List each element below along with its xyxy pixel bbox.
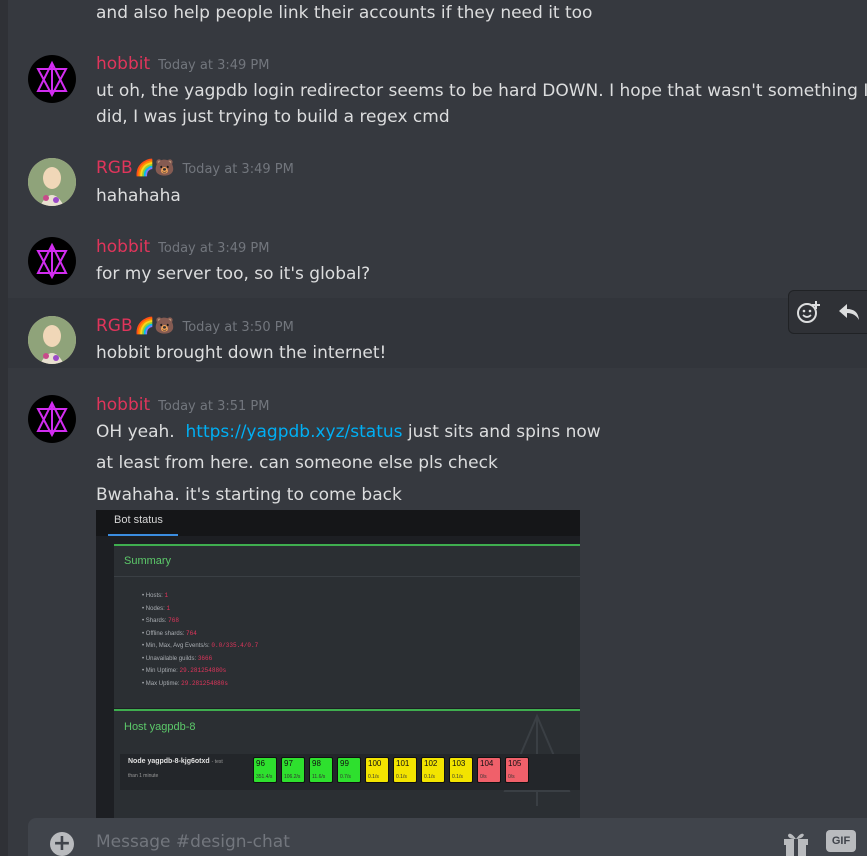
message-actions-toolbar	[788, 290, 867, 334]
status-link[interactable]: https://yagpdb.xyz/status	[186, 422, 403, 442]
avatar[interactable]	[28, 237, 76, 285]
summary-stat: • Unavailable guilds: 3666	[142, 654, 213, 662]
summary-stat: • Hosts: 1	[142, 592, 169, 599]
summary-stat: • Min, Max, Avg Events/s: 0.0/335.4/0.7	[142, 642, 259, 649]
shard-box: 101 0.1/s	[393, 757, 417, 783]
avatar[interactable]	[28, 316, 76, 364]
message-line: OH yeah. https://yagpdb.xyz/status just …	[96, 421, 601, 443]
message-header: hobbit Today at 3:49 PM	[96, 54, 269, 74]
message-line: did, I was just trying to build a regex …	[96, 107, 450, 127]
shard-box: 96 351.4/s	[253, 757, 277, 783]
pentagram-avatar-icon	[36, 242, 68, 280]
username-emoji: 🌈🐻	[134, 158, 175, 177]
username[interactable]: hobbit	[96, 395, 150, 415]
message-line: hobbit brought down the internet!	[96, 343, 387, 363]
shard-box: 100 0.1/s	[365, 757, 389, 783]
image-attachment[interactable]: Bot status Summary • Hosts: 1 • Nodes: 1 •…	[96, 510, 580, 818]
timestamp: Today at 3:51 PM	[158, 399, 270, 414]
shard-box: 102 0.1/s	[421, 757, 445, 783]
shard-box: 105 0/s	[505, 757, 529, 783]
message-line: at least from here. can someone else pls…	[96, 453, 498, 473]
gift-icon[interactable]	[782, 830, 810, 856]
node-sublabel: than 1 minute	[128, 773, 159, 779]
embed-tab-indicator	[108, 534, 178, 536]
embed-tab-bar	[96, 510, 580, 536]
message-line: ut oh, the yagpdb login redirector seems…	[96, 81, 867, 101]
avatar[interactable]	[28, 158, 76, 206]
summary-stat: • Nodes: 1	[142, 604, 171, 612]
node-label: Node yagpdb-8-kjg6otxd - test	[128, 758, 223, 765]
pentagram-avatar-icon	[36, 60, 68, 98]
avatar[interactable]	[28, 55, 76, 103]
timestamp: Today at 3:50 PM	[182, 320, 294, 335]
shard-box: 104 0/s	[477, 757, 501, 783]
message-text: just sits and spins now	[402, 422, 601, 442]
person-avatar-icon	[28, 158, 76, 206]
username-emoji: 🌈🐻	[134, 316, 175, 335]
reply-icon[interactable]	[837, 301, 861, 323]
summary-stat: • Min Uptime: 29.281254880s	[142, 667, 227, 674]
summary-stat: • Shards: 768	[142, 617, 179, 624]
node-row: Node yagpdb-8-kjg6otxd - test than 1 min…	[120, 754, 580, 790]
username[interactable]: RGB	[96, 158, 133, 178]
message-line: for my server too, so it's global?	[96, 264, 371, 284]
left-gutter	[0, 0, 8, 856]
username[interactable]: hobbit	[96, 54, 150, 74]
add-attachment-button[interactable]: +	[50, 832, 74, 856]
person-avatar-icon	[28, 316, 76, 364]
timestamp: Today at 3:49 PM	[182, 162, 294, 177]
message-line: Bwahaha. it's starting to come back	[96, 485, 402, 505]
summary-title: Summary	[124, 555, 172, 567]
gif-button[interactable]: GIF	[826, 830, 856, 852]
message-input[interactable]: Message #design-chat	[96, 832, 290, 852]
username[interactable]: hobbit	[96, 237, 150, 257]
host-title: Host yagpdb-8	[124, 721, 196, 733]
embed-tab-label: Bot status	[114, 514, 163, 526]
message-line: hahahaha	[96, 186, 181, 206]
message-text: OH yeah.	[96, 422, 186, 442]
shard-box: 103 0.1/s	[449, 757, 473, 783]
shard-box: 99 0.7/s	[337, 757, 361, 783]
summary-stat: • Offline shards: 764	[142, 629, 197, 637]
pentagram-avatar-icon	[36, 400, 68, 438]
add-reaction-icon[interactable]	[796, 299, 822, 325]
timestamp: Today at 3:49 PM	[158, 58, 270, 73]
message-line: and also help people link their accounts…	[96, 3, 593, 23]
message-composer: + Message #design-chat GIF	[28, 818, 867, 856]
message-header: RGB 🌈🐻 Today at 3:50 PM	[96, 316, 294, 336]
shard-box: 97 106.2/s	[281, 757, 305, 783]
summary-stats-list: • Hosts: 1 • Nodes: 1 • Shards: 768 • Offli…	[142, 590, 258, 690]
message-header: RGB 🌈🐻 Today at 3:49 PM	[96, 158, 294, 178]
summary-panel: Summary • Hosts: 1 • Nodes: 1 • Shards: 76…	[114, 544, 580, 708]
message-header: hobbit Today at 3:51 PM	[96, 395, 269, 415]
shard-box: 98 11.6/s	[309, 757, 333, 783]
avatar[interactable]	[28, 395, 76, 443]
timestamp: Today at 3:49 PM	[158, 241, 270, 256]
summary-stat: • Max Uptime: 29.281254880s	[142, 679, 228, 687]
username[interactable]: RGB	[96, 316, 133, 336]
message-header: hobbit Today at 3:49 PM	[96, 237, 269, 257]
